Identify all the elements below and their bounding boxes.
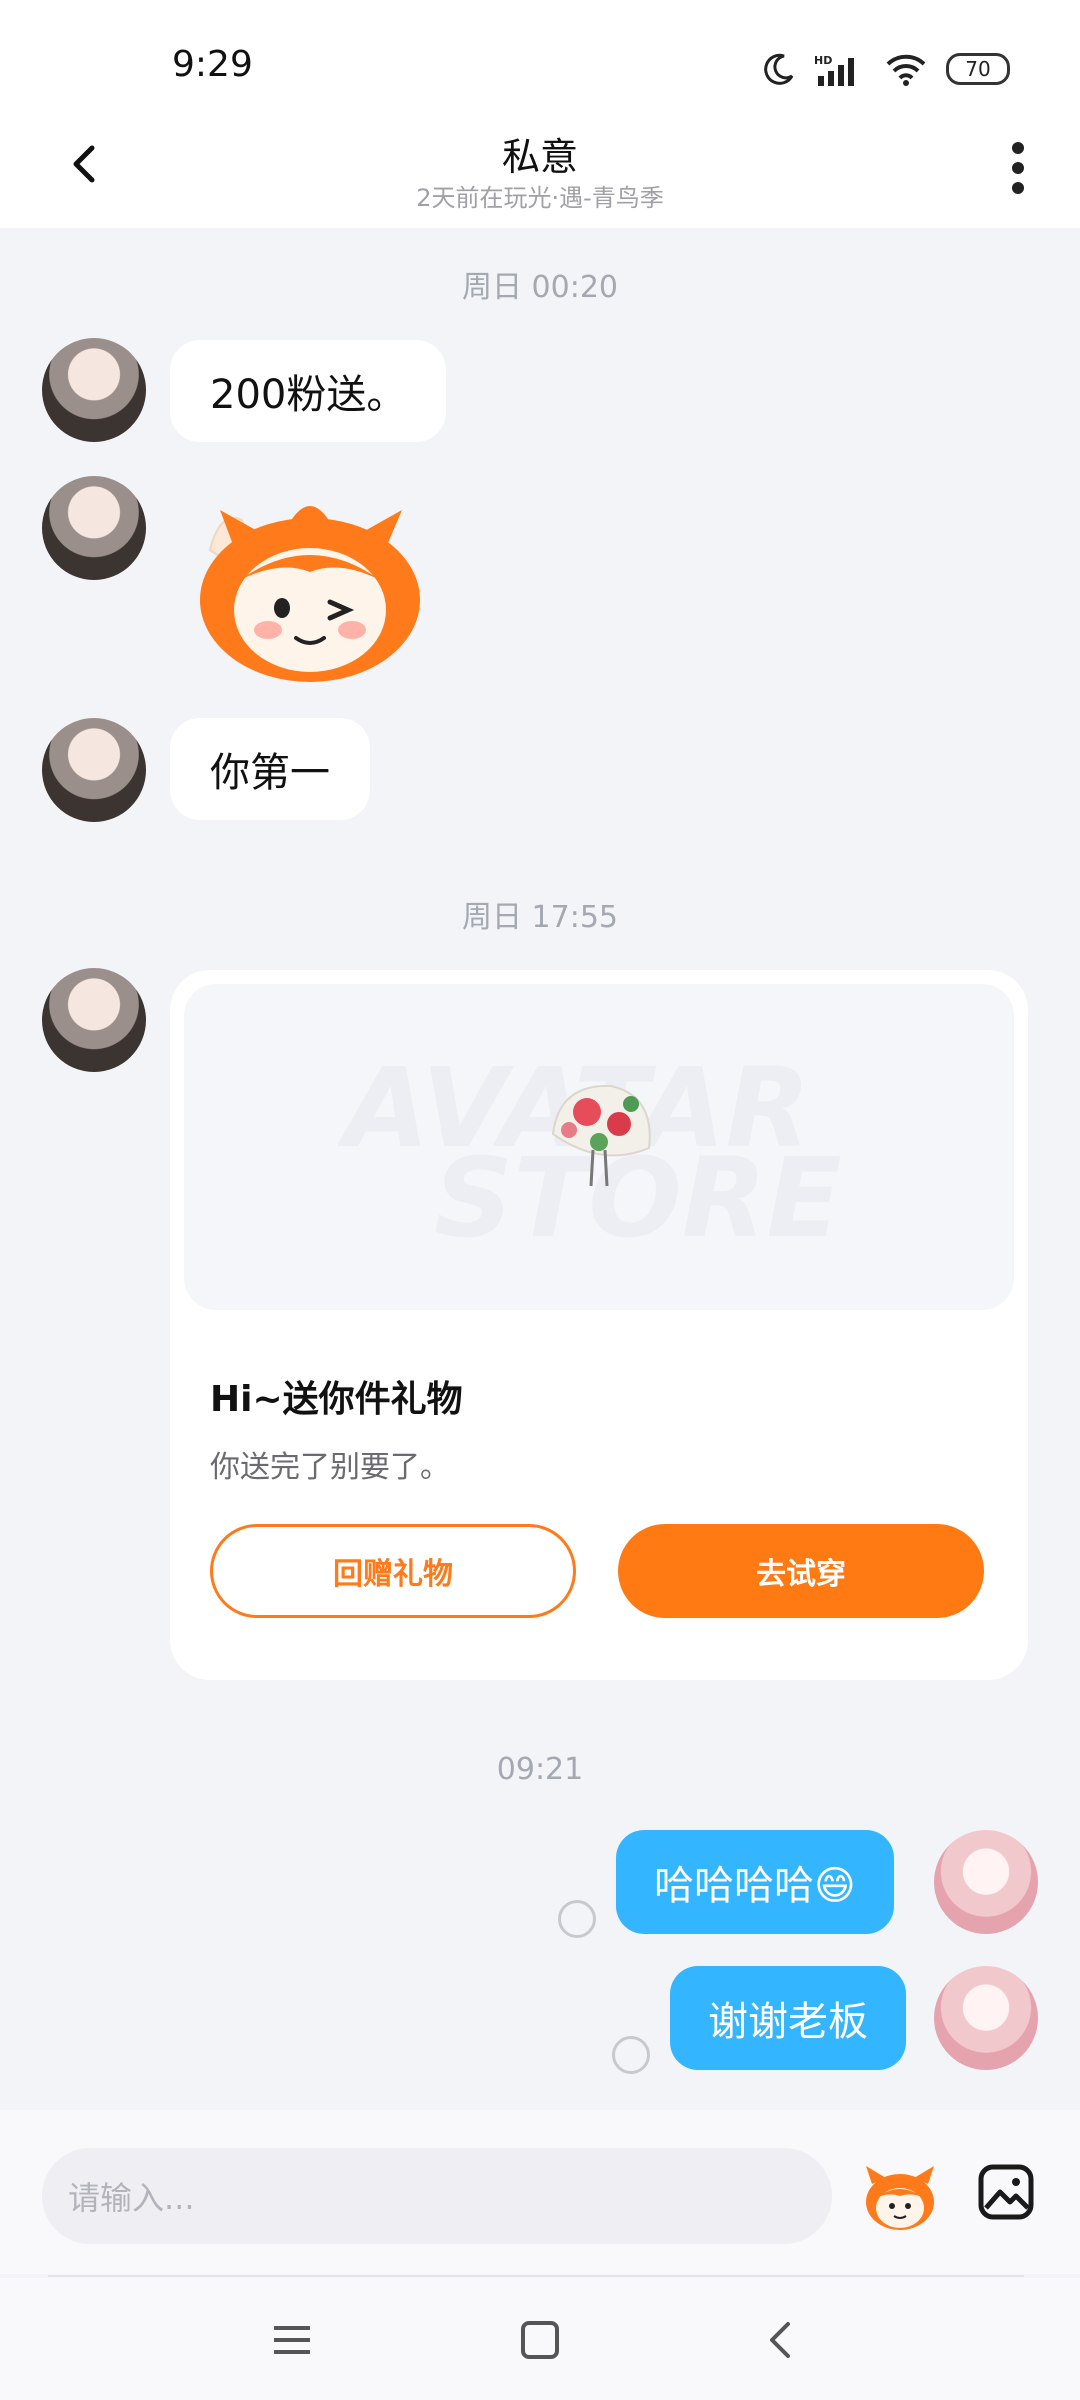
wifi-icon [886, 54, 926, 86]
avatar[interactable] [42, 968, 146, 1072]
status-bar: 9:29 HD 70 [0, 0, 1080, 120]
avatar[interactable] [42, 476, 146, 580]
back-icon[interactable] [760, 2318, 804, 2362]
chat-header: 私意 2天前在玩光·遇-青鸟季 [0, 120, 1080, 228]
timestamp: 09:21 [496, 1752, 584, 1787]
return-gift-button[interactable]: 回赠礼物 [210, 1524, 576, 1618]
battery-icon: 70 [946, 53, 1010, 85]
try-on-button[interactable]: 去试穿 [618, 1524, 984, 1618]
unread-status-icon [612, 2036, 650, 2074]
message-input-bar: 请输入... [0, 2110, 1080, 2274]
menu-icon[interactable] [270, 2318, 314, 2362]
more-vertical-icon[interactable] [1008, 140, 1028, 196]
sticker-button-icon[interactable] [862, 2162, 938, 2234]
gift-description: 你送完了别要了。 [210, 1450, 450, 1485]
message-bubble[interactable]: 你第一 [170, 718, 370, 820]
gift-title: Hi~送你件礼物 [210, 1379, 463, 1420]
hat-icon [551, 1084, 651, 1187]
unread-status-icon [558, 1900, 596, 1938]
message-bubble[interactable]: 200粉送。 [170, 340, 447, 442]
avatar-self[interactable] [934, 1830, 1038, 1934]
gift-preview-image[interactable]: AVATAR STORE [184, 984, 1014, 1310]
system-nav-bar [0, 2278, 1080, 2400]
timestamp: 周日 00:20 [462, 270, 618, 305]
wink-sticker-icon[interactable] [180, 490, 440, 690]
image-button-icon[interactable] [978, 2164, 1034, 2220]
avatar-self[interactable] [934, 1966, 1038, 2070]
avatar[interactable] [42, 338, 146, 442]
chat-title: 私意 [501, 135, 578, 179]
avatar[interactable] [42, 718, 146, 822]
status-time: 9:29 [172, 44, 253, 85]
message-bubble-outgoing[interactable]: 谢谢老板 [670, 1966, 906, 2070]
divider [48, 2275, 1024, 2277]
gift-card[interactable]: AVATAR STORE Hi~送你件礼物 你送完了别要了。 回赠礼物 去试穿 [170, 970, 1028, 1680]
chat-subtitle: 2天前在玩光·遇-青鸟季 [416, 184, 664, 212]
hd-signal-icon: HD [814, 54, 854, 86]
svg-text:HD: HD [814, 54, 832, 67]
message-input[interactable]: 请输入... [42, 2148, 832, 2244]
timestamp: 周日 17:55 [462, 900, 618, 935]
home-icon[interactable] [518, 2318, 562, 2362]
message-bubble-outgoing[interactable]: 哈哈哈哈😄 [616, 1830, 894, 1934]
chat-message-list[interactable]: 周日 00:20 200粉送。 你第一 周日 17:55 AVATAR STOR… [0, 228, 1080, 2110]
moon-icon [764, 53, 794, 85]
status-icons: HD 70 [762, 52, 1010, 86]
